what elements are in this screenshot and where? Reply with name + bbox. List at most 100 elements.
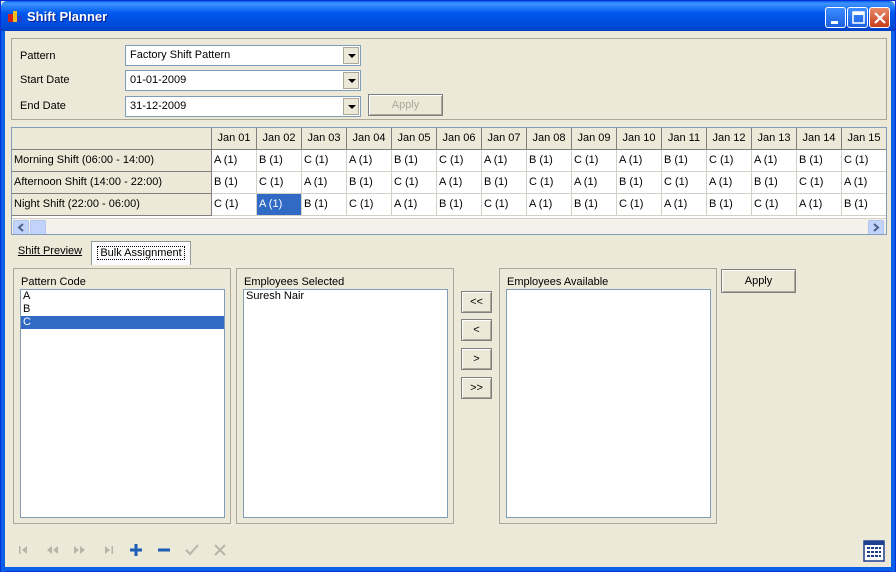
grid-cell[interactable]: C (1)	[212, 194, 257, 216]
calendar-icon[interactable]	[863, 540, 885, 562]
grid-cell[interactable]: B (1)	[257, 150, 302, 172]
close-button[interactable]	[869, 7, 890, 28]
column-header[interactable]: Jan 09	[572, 128, 617, 150]
grid-cell[interactable]: A (1)	[617, 150, 662, 172]
grid-cell[interactable]: C (1)	[257, 172, 302, 194]
chevron-down-icon[interactable]	[343, 47, 359, 64]
grid-cell[interactable]: C (1)	[752, 194, 797, 216]
grid-cell[interactable]: A (1)	[392, 194, 437, 216]
column-header[interactable]: Jan 12	[707, 128, 752, 150]
column-header[interactable]: Jan 13	[752, 128, 797, 150]
grid-cell[interactable]: A (1)	[572, 172, 617, 194]
move-right-button[interactable]: >	[461, 348, 492, 370]
column-header[interactable]: Jan 01	[212, 128, 257, 150]
confirm-icon[interactable]	[184, 542, 200, 558]
column-header[interactable]: Jan 08	[527, 128, 572, 150]
pattern-combo[interactable]: Factory Shift Pattern	[125, 45, 361, 66]
minimize-button[interactable]	[825, 7, 846, 28]
grid-cell[interactable]: C (1)	[392, 172, 437, 194]
grid-cell[interactable]: B (1)	[617, 172, 662, 194]
column-header[interactable]: Jan 11	[662, 128, 707, 150]
grid-cell[interactable]: A (1)	[347, 150, 392, 172]
pattern-code-item[interactable]: C	[21, 316, 224, 329]
grid-cell[interactable]: C (1)	[527, 172, 572, 194]
pattern-code-item[interactable]: B	[21, 303, 224, 316]
grid-cell[interactable]: A (1)	[842, 172, 886, 194]
grid-cell[interactable]: B (1)	[572, 194, 617, 216]
grid-cell[interactable]: A (1)	[212, 150, 257, 172]
grid-cell[interactable]: C (1)	[617, 194, 662, 216]
column-header[interactable]: Jan 06	[437, 128, 482, 150]
cancel-icon[interactable]	[212, 542, 228, 558]
grid-cell[interactable]: A (1)	[707, 172, 752, 194]
grid-cell[interactable]: A (1)	[662, 194, 707, 216]
chevron-down-icon[interactable]	[343, 98, 359, 115]
column-header[interactable]: Jan 10	[617, 128, 662, 150]
grid-cell[interactable]: C (1)	[842, 150, 886, 172]
grid-cell[interactable]: A (1)	[302, 172, 347, 194]
grid-cell[interactable]: B (1)	[527, 150, 572, 172]
grid-cell[interactable]: B (1)	[797, 150, 842, 172]
grid-cell[interactable]: B (1)	[707, 194, 752, 216]
first-record-icon[interactable]	[16, 542, 32, 558]
start-date-combo[interactable]: 01-01-2009	[125, 70, 361, 91]
scroll-thumb[interactable]	[30, 220, 46, 234]
title-bar[interactable]: Shift Planner	[1, 1, 895, 31]
grid-cell[interactable]: C (1)	[302, 150, 347, 172]
grid-cell[interactable]: B (1)	[437, 194, 482, 216]
move-left-button[interactable]: <	[461, 319, 492, 341]
grid-cell[interactable]: B (1)	[662, 150, 707, 172]
grid-cell[interactable]: C (1)	[482, 194, 527, 216]
tab-bulk-assignment[interactable]: Bulk Assignment	[91, 241, 191, 265]
grid-cell[interactable]: C (1)	[662, 172, 707, 194]
chevron-down-icon[interactable]	[343, 72, 359, 89]
pattern-code-list[interactable]: ABC	[20, 289, 225, 518]
scroll-left-button[interactable]	[13, 220, 29, 234]
column-header[interactable]: Jan 03	[302, 128, 347, 150]
tab-shift-preview[interactable]: Shift Preview	[13, 242, 87, 262]
grid-cell[interactable]: B (1)	[392, 150, 437, 172]
shift-grid[interactable]: Jan 01 Jan 02 Jan 03 Jan 04 Jan 05 Jan 06 Jan …	[11, 127, 887, 235]
previous-page-icon[interactable]	[44, 542, 60, 558]
grid-cell[interactable]: C (1)	[437, 150, 482, 172]
grid-cell[interactable]: B (1)	[302, 194, 347, 216]
pattern-code-item[interactable]: A	[21, 290, 224, 303]
column-header[interactable]: Jan 14	[797, 128, 842, 150]
column-header[interactable]: Jan 07	[482, 128, 527, 150]
remove-record-icon[interactable]	[156, 542, 172, 558]
add-record-icon[interactable]	[128, 542, 144, 558]
column-header[interactable]: Jan 04	[347, 128, 392, 150]
grid-cell[interactable]: B (1)	[347, 172, 392, 194]
grid-cell[interactable]: C (1)	[707, 150, 752, 172]
row-header[interactable]: Night Shift (22:00 - 06:00)	[12, 194, 212, 216]
grid-cell[interactable]: A (1)	[797, 194, 842, 216]
bulk-apply-button[interactable]: Apply	[721, 269, 796, 293]
scroll-right-button[interactable]	[868, 220, 884, 234]
filter-apply-button[interactable]: Apply	[368, 94, 443, 116]
row-header[interactable]: Morning Shift (06:00 - 14:00)	[12, 150, 212, 172]
grid-cell[interactable]: A (1)	[527, 194, 572, 216]
grid-cell[interactable]: B (1)	[842, 194, 886, 216]
move-all-right-button[interactable]: >>	[461, 377, 492, 399]
next-page-icon[interactable]	[72, 542, 88, 558]
grid-cell[interactable]: C (1)	[797, 172, 842, 194]
grid-cell[interactable]: C (1)	[572, 150, 617, 172]
column-header[interactable]: Jan 02	[257, 128, 302, 150]
last-record-icon[interactable]	[100, 542, 116, 558]
column-header[interactable]: Jan 15	[842, 128, 886, 150]
grid-cell[interactable]: C (1)	[347, 194, 392, 216]
move-all-left-button[interactable]: <<	[461, 291, 492, 313]
grid-cell[interactable]: A (1)	[752, 150, 797, 172]
end-date-combo[interactable]: 31-12-2009	[125, 96, 361, 117]
employees-selected-list[interactable]: Suresh Nair	[243, 289, 448, 518]
grid-cell[interactable]: B (1)	[752, 172, 797, 194]
employee-selected-item[interactable]: Suresh Nair	[244, 290, 447, 303]
column-header[interactable]: Jan 05	[392, 128, 437, 150]
grid-cell[interactable]: A (1)	[482, 150, 527, 172]
row-header[interactable]: Afternoon Shift (14:00 - 22:00)	[12, 172, 212, 194]
grid-cell[interactable]: A (1)	[437, 172, 482, 194]
grid-cell[interactable]: A (1)	[257, 194, 302, 216]
grid-cell[interactable]: B (1)	[212, 172, 257, 194]
employees-available-list[interactable]	[506, 289, 711, 518]
grid-cell[interactable]: B (1)	[482, 172, 527, 194]
